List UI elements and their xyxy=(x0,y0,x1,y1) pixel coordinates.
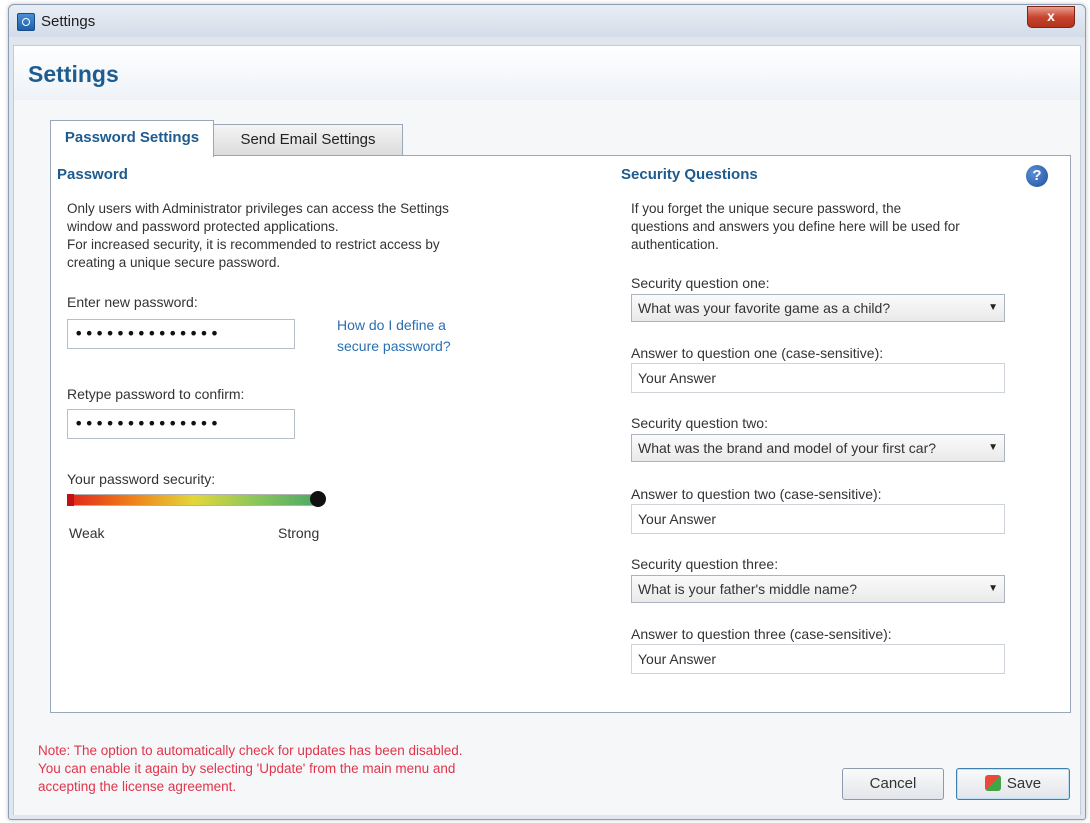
answer-one-field[interactable]: Your Answer xyxy=(631,363,1005,393)
question-two-select[interactable]: What was the brand and model of your fir… xyxy=(631,434,1005,462)
security-info-line: questions and answers you define here wi… xyxy=(631,219,960,234)
new-password-field[interactable]: •••••••••••••• xyxy=(67,319,295,349)
page-title: Settings xyxy=(28,61,119,87)
answer-two-label: Answer to question two (case-sensitive): xyxy=(631,486,882,502)
header-band: Settings xyxy=(13,45,1081,101)
window-title: Settings xyxy=(41,13,96,30)
secure-password-help-link[interactable]: How do I define a secure password? xyxy=(337,315,451,357)
password-security-label: Your password security: xyxy=(67,471,216,487)
tab-send-email-settings[interactable]: Send Email Settings xyxy=(213,124,403,155)
question-three-value: What is your father's middle name? xyxy=(638,581,857,597)
save-button[interactable]: Save xyxy=(956,768,1070,800)
tab-password-settings[interactable]: Password Settings xyxy=(50,120,214,157)
help-link-line[interactable]: secure password? xyxy=(337,336,451,357)
password-info-line: window and password protected applicatio… xyxy=(67,219,339,234)
save-button-label: Save xyxy=(1006,775,1042,792)
password-settings-panel: Password Only users with Administrator p… xyxy=(50,155,1071,713)
update-disabled-note: Note: The option to automatically check … xyxy=(38,742,558,796)
retype-password-label: Retype password to confirm: xyxy=(67,386,245,402)
password-info-line: Only users with Administrator privileges… xyxy=(67,201,449,216)
title-bar[interactable]: Settings x xyxy=(9,5,1085,37)
new-password-label: Enter new password: xyxy=(67,294,198,310)
note-line: accepting the license agreement. xyxy=(38,779,237,794)
retype-password-field[interactable]: •••••••••••••• xyxy=(67,409,295,439)
password-strength-meter xyxy=(67,494,321,506)
cancel-button[interactable]: Cancel xyxy=(842,768,944,800)
security-info: If you forget the unique secure password… xyxy=(631,200,960,254)
save-shield-icon xyxy=(984,775,1001,791)
settings-app-icon xyxy=(17,13,35,31)
security-info-line: If you forget the unique secure password… xyxy=(631,201,902,216)
answer-three-field[interactable]: Your Answer xyxy=(631,644,1005,674)
weak-label: Weak xyxy=(69,525,105,541)
help-icon[interactable]: ? xyxy=(1026,165,1048,187)
security-info-line: authentication. xyxy=(631,237,719,252)
question-two-value: What was the brand and model of your fir… xyxy=(638,440,937,456)
answer-three-label: Answer to question three (case-sensitive… xyxy=(631,626,892,642)
password-info: Only users with Administrator privileges… xyxy=(67,200,449,272)
chevron-down-icon: ▼ xyxy=(988,442,998,453)
answer-two-field[interactable]: Your Answer xyxy=(631,504,1005,534)
password-info-line: For increased security, it is recommende… xyxy=(67,237,440,252)
question-one-label: Security question one: xyxy=(631,275,770,291)
meter-start-marker xyxy=(67,494,74,506)
password-heading: Password xyxy=(57,166,128,183)
close-button[interactable]: x xyxy=(1027,6,1075,28)
question-three-select[interactable]: What is your father's middle name? ▼ xyxy=(631,575,1005,603)
question-one-select[interactable]: What was your favorite game as a child? … xyxy=(631,294,1005,322)
help-link-line[interactable]: How do I define a xyxy=(337,315,451,336)
chevron-down-icon: ▼ xyxy=(988,302,998,313)
strong-label: Strong xyxy=(278,525,320,541)
security-questions-heading: Security Questions xyxy=(621,166,758,183)
question-three-label: Security question three: xyxy=(631,556,779,572)
note-line: You can enable it again by selecting 'Up… xyxy=(38,761,456,776)
answer-one-label: Answer to question one (case-sensitive): xyxy=(631,345,884,361)
chevron-down-icon: ▼ xyxy=(988,583,998,594)
question-one-value: What was your favorite game as a child? xyxy=(638,300,891,316)
password-info-line: creating a unique secure password. xyxy=(67,255,281,270)
note-line: Note: The option to automatically check … xyxy=(38,743,463,758)
meter-level-knob xyxy=(310,491,326,507)
question-two-label: Security question two: xyxy=(631,415,768,431)
